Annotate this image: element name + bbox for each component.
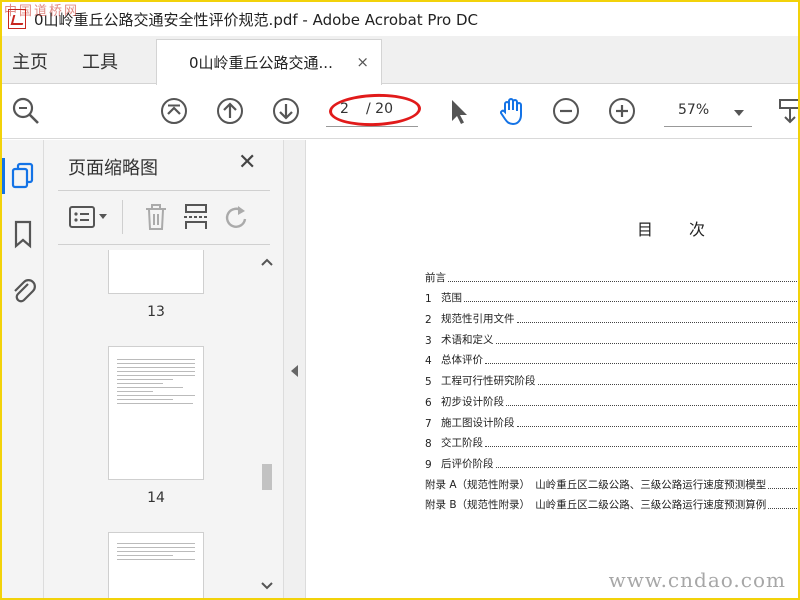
toc-number: 8 (425, 438, 432, 451)
thumbnail-options-icon[interactable] (68, 204, 112, 234)
chevron-down-icon (734, 110, 744, 116)
zoom-out-icon[interactable] (550, 95, 582, 127)
toc-leader-dots (768, 508, 800, 510)
divider (58, 190, 270, 191)
toc-leader-dots (495, 466, 800, 468)
thumbnail-panel: 页面缩略图 ✕ 13 14 (44, 140, 284, 598)
toc-row[interactable]: 4 总体评价 (425, 347, 800, 368)
table-of-contents: 前言 1 范围 2 规范性引用文件 3 术语和定义 4 总体评价 5 工程可行性研究阶段 6 初步设计阶… (425, 264, 800, 512)
thumbnail-scrollbar[interactable] (258, 254, 276, 594)
panel-collapse-strip[interactable] (284, 140, 306, 598)
toc-leader-dots (768, 487, 800, 489)
toc-leader-dots (448, 280, 800, 282)
toc-leader-dots (485, 446, 800, 448)
thumbnail-label: 13 (147, 304, 165, 320)
window-title: 0山岭重丘公路交通安全性评价规范.pdf - Adobe Acrobat Pro… (34, 10, 479, 29)
toc-entry-text: 施工图设计阶段 (441, 416, 515, 429)
page-thumbnail-15[interactable] (108, 532, 204, 598)
watermark-top: 中国道桥网 (4, 4, 80, 19)
document-view[interactable]: 目次 前言 1 范围 2 规范性引用文件 3 术语和定义 4 总体评价 5 工程可行性研究阶段 6 初步… (307, 140, 800, 598)
toc-entry-text: 总体评价 (441, 354, 483, 367)
prev-page-icon[interactable] (214, 95, 246, 127)
zoom-value: 57% (678, 102, 710, 118)
toc-leader-dots (464, 301, 800, 303)
toc-leader-dots (495, 342, 800, 344)
toc-entry-text: 后评价阶段 (441, 457, 494, 470)
trash-icon[interactable] (142, 202, 170, 236)
divider (122, 200, 123, 234)
document-tab-label: 0山岭重丘公路交通... (189, 54, 333, 72)
rotate-icon[interactable] (222, 202, 250, 236)
tab-close-icon[interactable]: × (356, 53, 369, 71)
toc-row[interactable]: 1 范围 (425, 285, 800, 306)
divider (58, 244, 270, 245)
toc-number: 7 (425, 417, 432, 430)
title-bar: 0山岭重丘公路交通安全性评价规范.pdf - Adobe Acrobat Pro… (2, 2, 798, 36)
toc-number: 2 (425, 314, 432, 327)
toc-row[interactable]: 2 规范性引用文件 (425, 305, 800, 326)
scroll-down-icon[interactable] (261, 582, 273, 590)
left-rail (2, 140, 44, 598)
toc-entry-text: 前言 (425, 271, 446, 284)
toc-leader-dots (516, 322, 800, 324)
menu-tools[interactable]: 工具 (82, 48, 118, 74)
toc-row[interactable]: 7 施工图设计阶段 (425, 409, 800, 430)
panel-close-icon[interactable]: ✕ (238, 150, 256, 175)
toc-entry-text: 规范性引用文件 (441, 313, 515, 326)
select-arrow-icon[interactable] (442, 95, 474, 127)
toc-row[interactable]: 5 工程可行性研究阶段 (425, 367, 800, 388)
panel-title: 页面缩略图 (68, 158, 158, 179)
toc-entry-text: 初步设计阶段 (441, 395, 504, 408)
toc-row[interactable]: 6 初步设计阶段 (425, 388, 800, 409)
hand-icon[interactable] (496, 95, 528, 127)
toc-leader-dots (485, 363, 800, 365)
toc-entry-text: 工程可行性研究阶段 (441, 375, 536, 388)
insert-page-icon[interactable] (182, 202, 210, 236)
next-page-icon[interactable] (270, 95, 302, 127)
toc-row[interactable]: 8 交工阶段 (425, 430, 800, 451)
toc-entry-text: 附录 A（规范性附录） 山岭重丘区二级公路、三级公路运行速度预测模型 (425, 478, 767, 491)
toc-entry-text: 附录 B（规范性附录） 山岭重丘区二级公路、三级公路运行速度预测算例 (425, 499, 767, 512)
search-zoom-icon[interactable] (10, 95, 42, 127)
toc-number: 3 (425, 334, 432, 347)
collapse-left-icon[interactable] (291, 365, 298, 377)
watermark-bottom: www.cndao.com (608, 568, 786, 592)
toc-row[interactable]: 附录 B（规范性附录） 山岭重丘区二级公路、三级公路运行速度预测算例 (425, 492, 800, 513)
page-thumbnails-icon[interactable] (8, 160, 38, 196)
scroll-mode-icon[interactable] (776, 95, 800, 127)
document-tab[interactable]: 0山岭重丘公路交通... × (156, 39, 382, 85)
zoom-in-icon[interactable] (606, 95, 638, 127)
toc-entry-text: 范围 (441, 292, 462, 305)
toc-number: 9 (425, 458, 432, 471)
toc-entry-text: 术语和定义 (441, 333, 494, 346)
toc-leader-dots (537, 384, 800, 386)
toc-row[interactable]: 9 后评价阶段 (425, 450, 800, 471)
menu-home[interactable]: 主页 (12, 48, 48, 74)
scroll-thumb[interactable] (262, 464, 272, 490)
page-thumbnail-13[interactable] (108, 250, 204, 294)
tab-row: 主页 工具 0山岭重丘公路交通... × (2, 36, 798, 85)
first-page-icon[interactable] (158, 95, 190, 127)
toc-entry-text: 交工阶段 (441, 437, 483, 450)
toc-number: 6 (425, 396, 432, 409)
page-thumbnail-14[interactable] (108, 346, 204, 480)
attachment-icon[interactable] (8, 274, 38, 310)
bookmark-icon[interactable] (8, 218, 38, 254)
toc-row[interactable]: 3 术语和定义 (425, 326, 800, 347)
thumbnail-label: 14 (147, 490, 165, 506)
toc-row[interactable]: 附录 A（规范性附录） 山岭重丘区二级公路、三级公路运行速度预测模型 (425, 471, 800, 492)
panel-toolbar (44, 196, 284, 240)
zoom-dropdown[interactable]: 57% (664, 97, 752, 127)
toc-number: 4 (425, 355, 432, 368)
rail-active-indicator (2, 158, 5, 194)
scroll-up-icon[interactable] (261, 258, 273, 266)
toc-heading: 目次 (637, 220, 742, 239)
toc-row[interactable]: 前言 (425, 264, 800, 285)
toc-number: 5 (425, 376, 432, 389)
toc-leader-dots (506, 404, 800, 406)
toc-leader-dots (516, 425, 800, 427)
toc-number: 1 (425, 293, 432, 306)
